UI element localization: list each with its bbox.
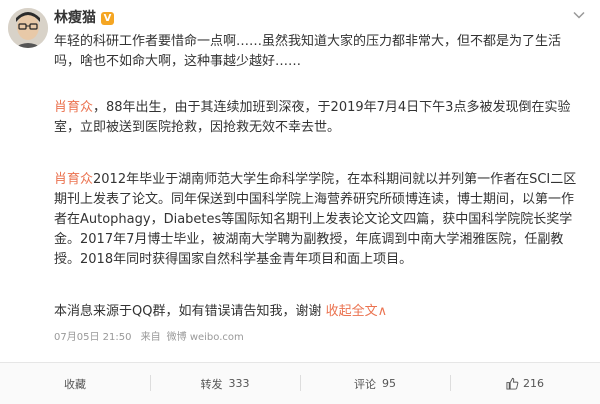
- thumbs-up-icon[interactable]: [506, 377, 519, 390]
- comment-label[interactable]: 评论: [354, 376, 376, 392]
- paragraph-3-text: 2012年毕业于湖南师范大学生命科学学院，在本科期间就以并列第一作者在SCI二区…: [54, 172, 577, 267]
- avatar-image: [8, 8, 48, 48]
- source-prefix: 来自: [140, 332, 161, 343]
- action-bar: 收藏 转发 333 评论 95 216: [0, 362, 600, 404]
- post-paragraph-3: 肖育众2012年毕业于湖南师范大学生命科学学院，在本科期间就以并列第一作者在SC…: [54, 170, 586, 270]
- post-intro: 年轻的科研工作者要惜命一点啊……虽然我知道大家的压力都非常大，但不都是为了生活吗…: [54, 34, 562, 69]
- person-link[interactable]: 肖育众: [54, 172, 93, 187]
- comment-button[interactable]: 评论 95: [300, 363, 450, 404]
- like-count[interactable]: 216: [523, 377, 544, 390]
- repost-count[interactable]: 333: [229, 377, 250, 390]
- post-paragraph-4: 本消息来源于QQ群，如有错误请告知我，谢谢 收起全文∧: [54, 302, 586, 322]
- author-name[interactable]: 林瘦猫 V: [54, 8, 114, 28]
- vip-badge-icon: V: [101, 11, 114, 25]
- favorite-button[interactable]: 收藏: [0, 363, 150, 404]
- collapse-link[interactable]: 收起全文∧: [326, 304, 388, 319]
- paragraph-2-text: ，88年出生，由于其连续加班到深夜，于2019年7月4日下午3点多被发现倒在实验…: [54, 100, 571, 135]
- post-paragraph-2: 肖育众，88年出生，由于其连续加班到深夜，于2019年7月4日下午3点多被发现倒…: [54, 98, 586, 138]
- avatar[interactable]: [8, 8, 48, 48]
- collapse-arrow-icon[interactable]: ∧: [378, 304, 388, 319]
- post-time[interactable]: 07月05日 21:50: [54, 332, 131, 343]
- comment-count[interactable]: 95: [382, 377, 396, 390]
- collapse-label[interactable]: 收起全文: [326, 304, 378, 319]
- like-button[interactable]: 216: [450, 363, 600, 404]
- repost-button[interactable]: 转发 333: [150, 363, 300, 404]
- person-link[interactable]: 肖育众: [54, 100, 93, 115]
- repost-label[interactable]: 转发: [201, 376, 223, 392]
- favorite-label[interactable]: 收藏: [64, 376, 86, 392]
- post-source[interactable]: 微博 weibo.com: [167, 332, 244, 343]
- source-note: 本消息来源于QQ群，如有错误请告知我，谢谢: [54, 304, 322, 319]
- chevron-down-icon[interactable]: [572, 8, 586, 22]
- author-name-text[interactable]: 林瘦猫: [54, 8, 96, 28]
- weibo-post: 林瘦猫 V 年轻的科研工作者要惜命一点啊……虽然我知道大家的压力都非常大，但不都…: [0, 0, 600, 404]
- post-meta: 07月05日 21:50 来自 微博 weibo.com: [54, 330, 250, 346]
